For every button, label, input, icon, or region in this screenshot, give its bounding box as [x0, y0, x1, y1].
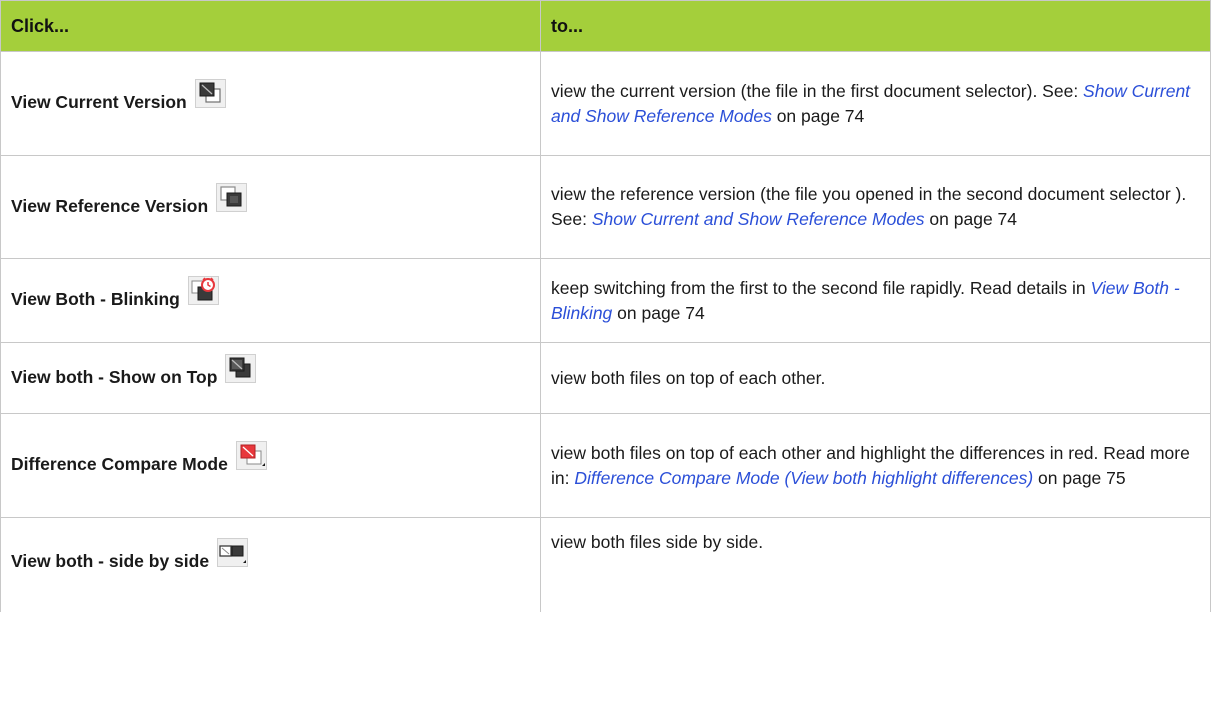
- difference-compare-mode-icon[interactable]: [235, 441, 267, 470]
- row-text-after: on page 75: [1033, 467, 1126, 488]
- header-to: to...: [540, 0, 1211, 52]
- row-text-after: on page 74: [612, 302, 705, 323]
- view-both-blinking-icon[interactable]: [187, 276, 219, 305]
- row-label-cell: View both - Show on Top: [0, 342, 541, 414]
- row-label-cell: View Current Version: [0, 51, 541, 156]
- row-link[interactable]: Difference Compare Mode (View both highl…: [574, 468, 1033, 488]
- row-description-cell: view the reference version (the file you…: [540, 155, 1211, 259]
- view-both-show-on-top-icon[interactable]: [225, 353, 257, 383]
- table-row: View Both - Blinking keep switching from…: [0, 258, 1211, 343]
- table-row: View Current Version view the current ve…: [0, 51, 1211, 156]
- row-label: View both - Show on Top: [11, 366, 218, 387]
- table-header-row: Click... to...: [0, 0, 1211, 52]
- row-text: keep switching from the first to the sec…: [551, 277, 1091, 298]
- row-description-cell: view both files on top of each other.: [540, 342, 1211, 414]
- row-link[interactable]: Show Current and Show Reference Modes: [592, 209, 925, 229]
- header-click: Click...: [0, 0, 541, 52]
- row-description-cell: view the current version (the file in th…: [540, 51, 1211, 156]
- row-label: View Both - Blinking: [11, 289, 180, 310]
- row-text-after: on page 74: [924, 209, 1018, 229]
- table-row: Difference Compare Mode view both files …: [0, 413, 1211, 518]
- row-description-cell: view both files on top of each other and…: [540, 413, 1211, 518]
- row-label-cell: View Both - Blinking: [0, 258, 541, 343]
- row-label-cell: Difference Compare Mode: [0, 413, 541, 518]
- row-text: view both files side by side.: [551, 532, 764, 552]
- row-label: Difference Compare Mode: [11, 454, 228, 475]
- row-label: View Current Version: [11, 92, 187, 113]
- table-row: View Reference Version view the referenc…: [0, 155, 1211, 259]
- row-description-cell: view both files side by side.: [540, 517, 1211, 612]
- table-row: View both - Show on Top view both files …: [0, 342, 1211, 414]
- view-current-version-icon[interactable]: [194, 79, 226, 108]
- table-row: View both - side by side view both files…: [0, 517, 1211, 612]
- view-both-side-by-side-icon[interactable]: [217, 538, 249, 567]
- row-label: View both - side by side: [11, 551, 210, 572]
- row-text: view both files on top of each other.: [551, 367, 826, 388]
- row-label: View Reference Version: [11, 195, 209, 216]
- click-action-table: Click... to... View Current Version view…: [0, 0, 1211, 612]
- row-text-after: on page 74: [771, 105, 865, 126]
- row-text: view the current version (the file in th…: [551, 80, 1084, 101]
- row-label-cell: View both - side by side: [0, 517, 541, 612]
- view-reference-version-icon[interactable]: [216, 182, 248, 212]
- row-description-cell: keep switching from the first to the sec…: [540, 258, 1211, 343]
- row-label-cell: View Reference Version: [0, 155, 541, 259]
